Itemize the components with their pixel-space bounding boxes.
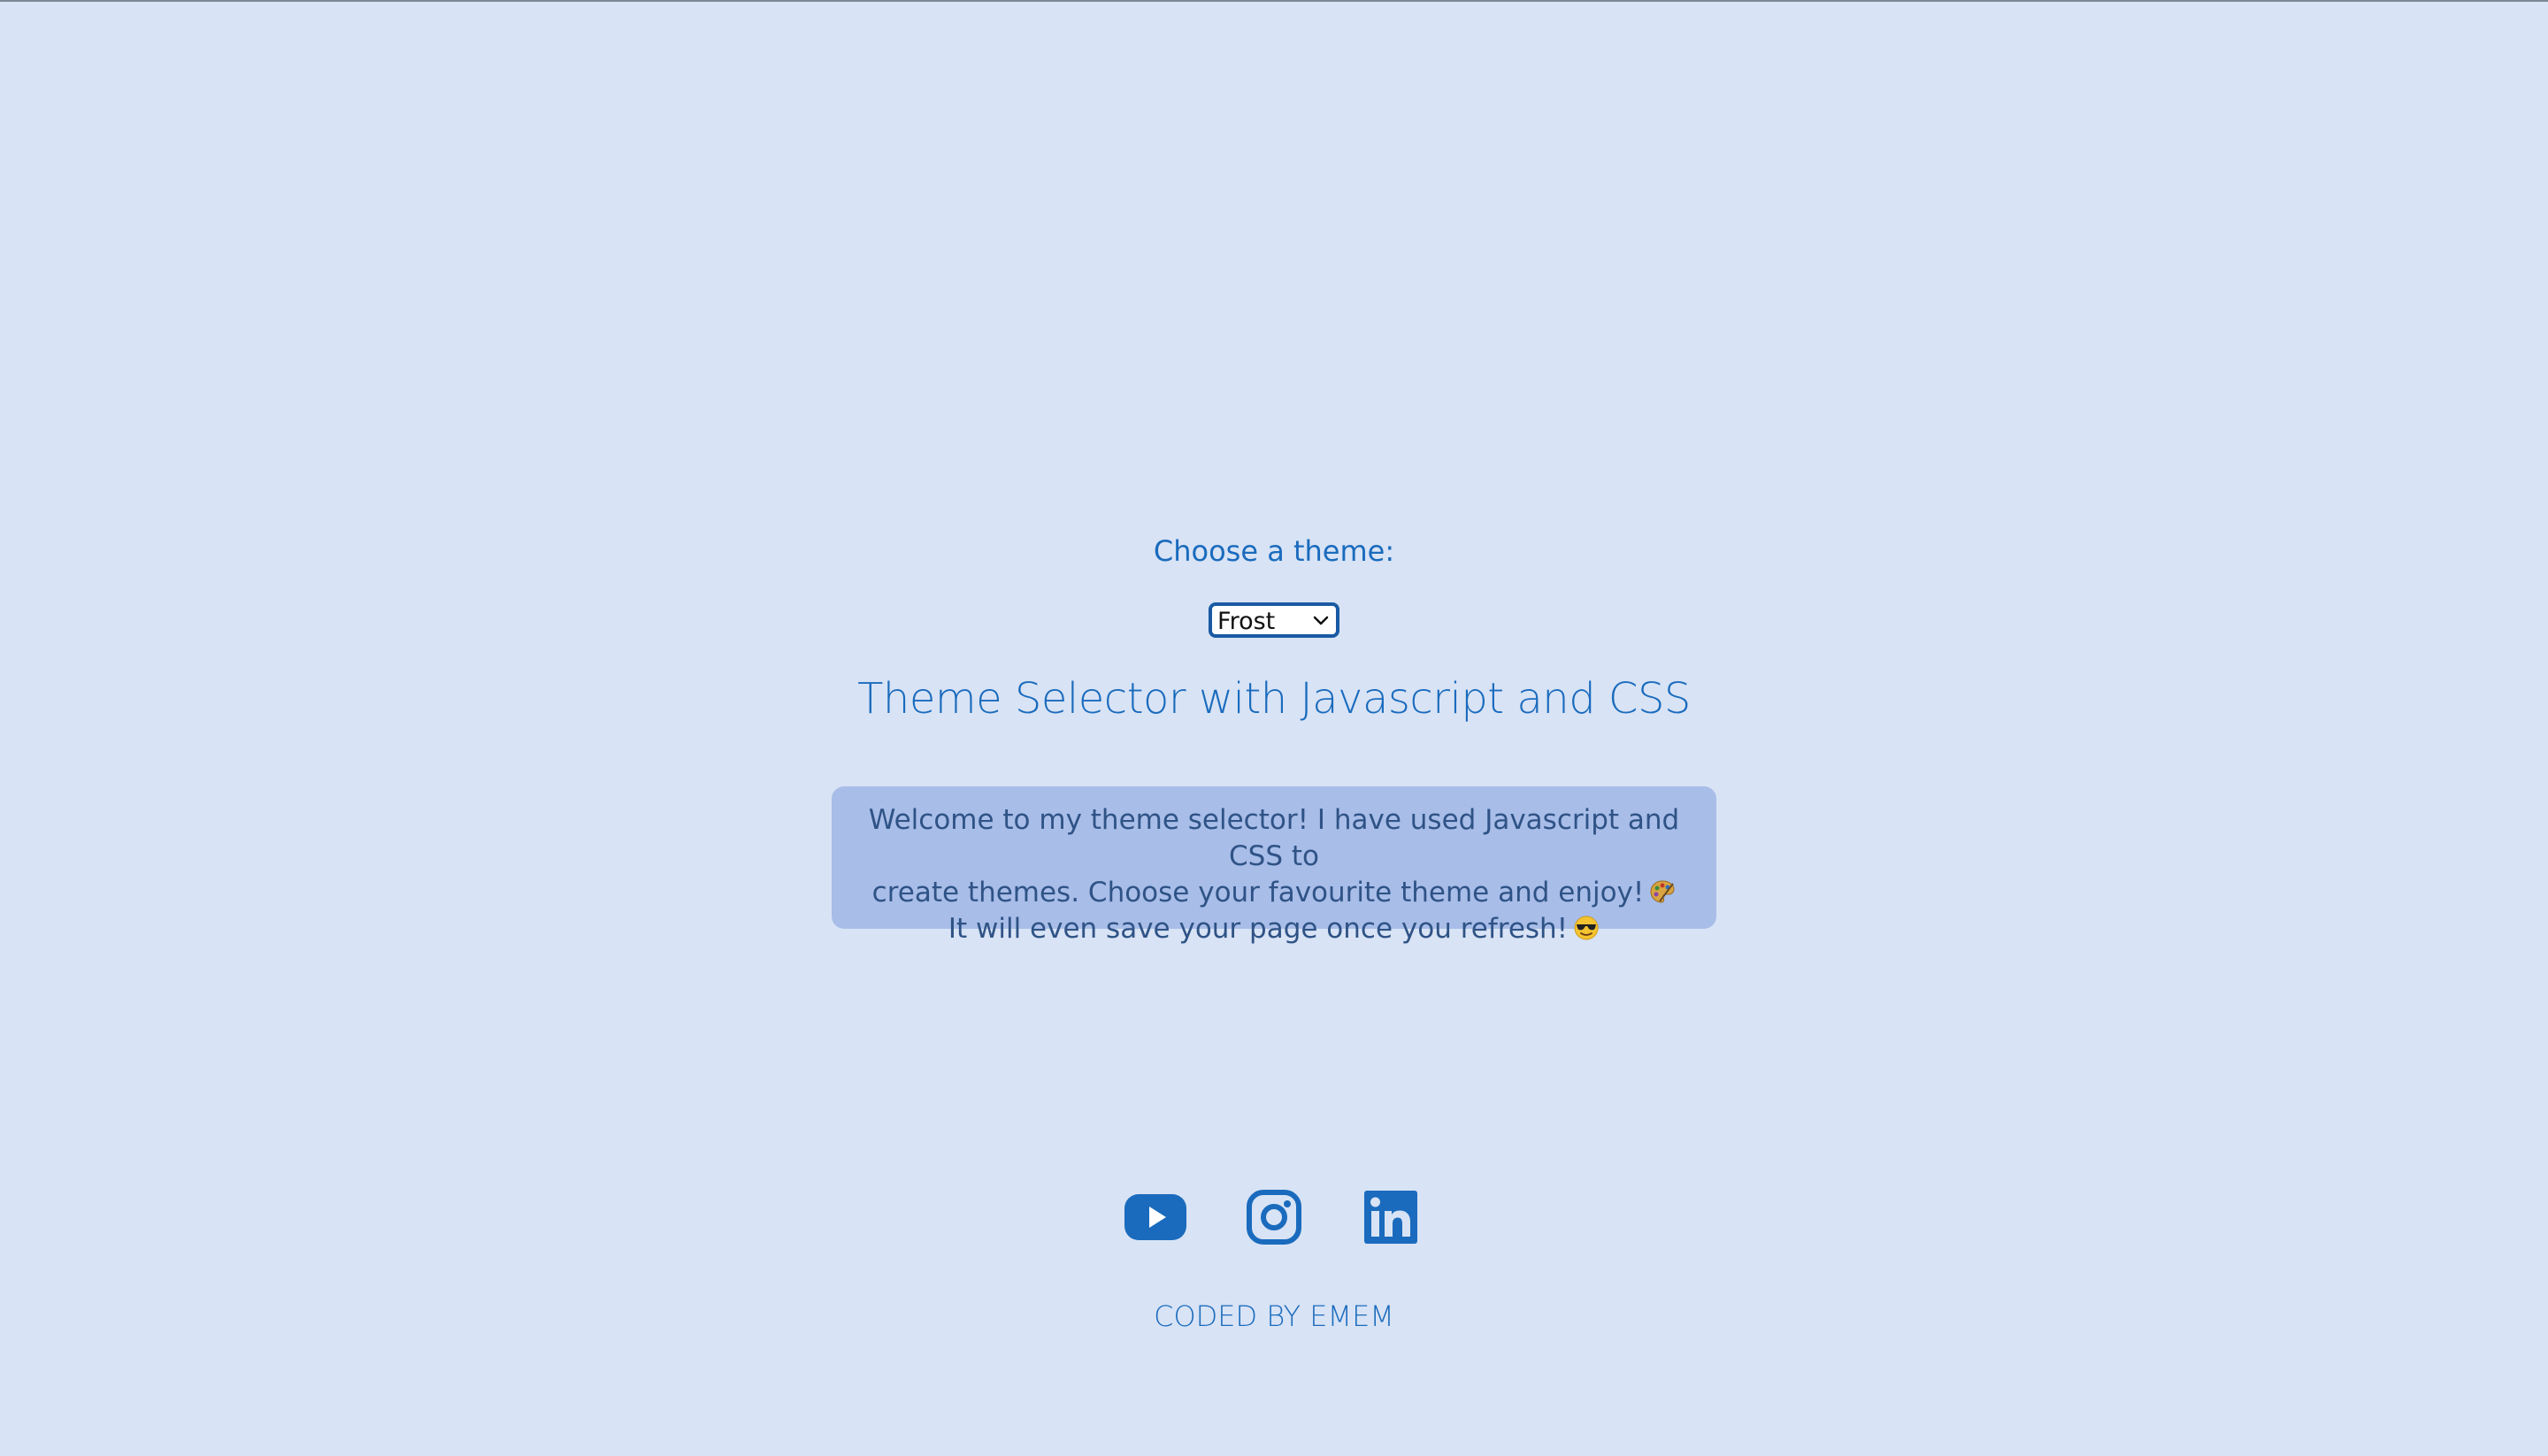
palette-emoji-icon [1650, 880, 1675, 903]
theme-select-value: Frost [1217, 608, 1276, 635]
intro-box: Welcome to my theme selector! I have use… [832, 786, 1716, 945]
intro-line-2: create themes. Choose your favourite the… [851, 875, 1697, 911]
linkedin-icon[interactable] [1362, 1189, 1419, 1245]
intro-line-3-text: It will even save your page once you ref… [948, 913, 1569, 945]
page: Choose a theme: Frost Theme Selector wit… [0, 2, 2548, 1456]
chevron-down-icon [1313, 616, 1329, 625]
intro-line-3: It will even save your page once you ref… [851, 911, 1697, 947]
theme-select[interactable]: Frost [1209, 602, 1339, 638]
intro-line-2-text: create themes. Choose your favourite the… [871, 877, 1645, 908]
instagram-icon[interactable] [1246, 1189, 1302, 1245]
sunglasses-emoji-icon [1574, 916, 1599, 940]
social-links [0, 1189, 2548, 1251]
theme-label: Choose a theme: [1153, 534, 1395, 568]
footer-credit: CODED BY EMEM [1154, 1299, 1394, 1333]
intro-line-1: Welcome to my theme selector! I have use… [868, 804, 1680, 872]
youtube-icon[interactable] [1124, 1189, 1187, 1245]
page-title: Theme Selector with Javascript and CSS [857, 674, 1691, 724]
